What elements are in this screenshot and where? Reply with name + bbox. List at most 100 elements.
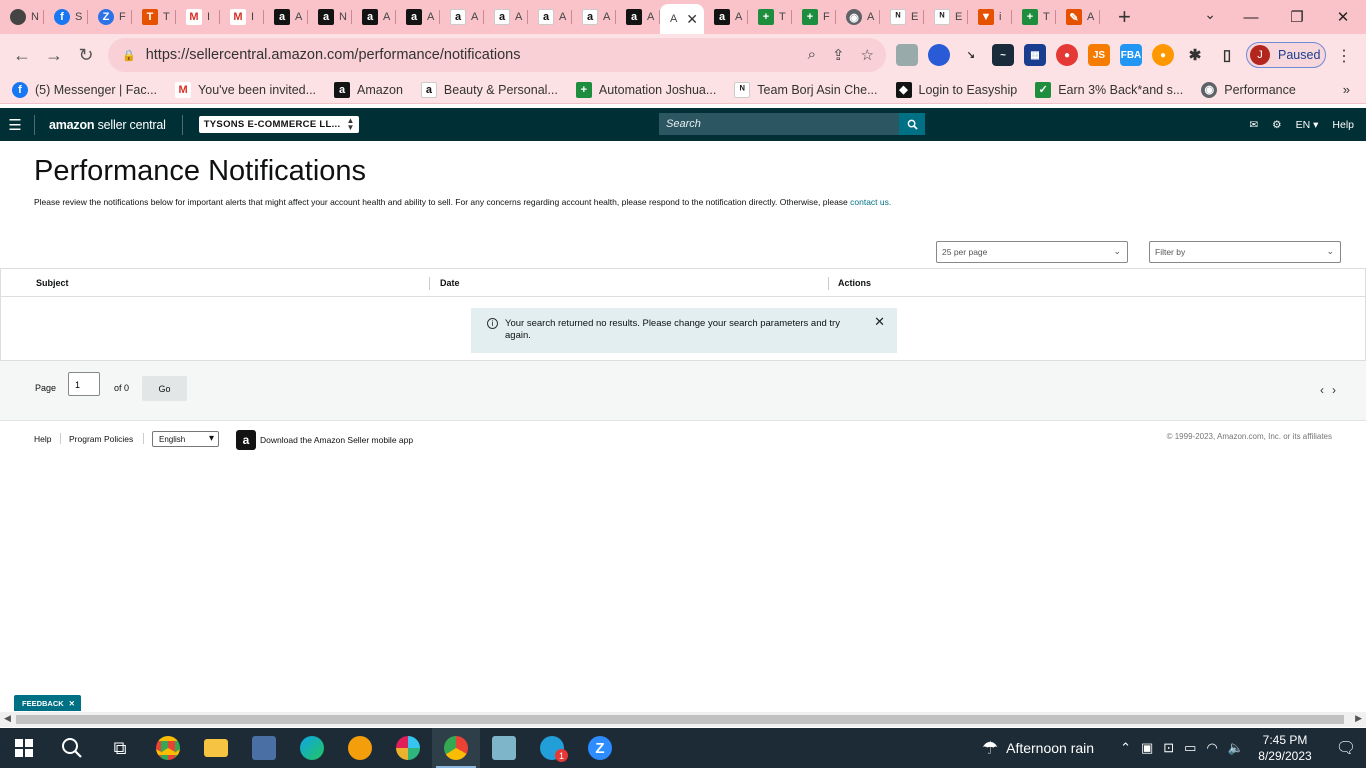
chevron-up-icon[interactable]: ⌃ — [1120, 740, 1131, 756]
notification-center-icon[interactable]: 🗨 — [1326, 738, 1366, 758]
tab[interactable]: ᴺE — [924, 0, 968, 34]
minimize-icon[interactable]: — — [1228, 9, 1274, 26]
more-menu-icon[interactable]: ⋮ — [1336, 46, 1352, 66]
weather-widget[interactable]: ☂ Afternoon rain — [982, 738, 1094, 759]
slack-icon[interactable] — [384, 728, 432, 768]
per-page-select[interactable]: 25 per page ⌄ — [936, 241, 1128, 263]
profile-button[interactable]: J Paused — [1246, 42, 1326, 68]
battery-icon[interactable]: ▭ — [1184, 740, 1196, 756]
tab-active[interactable]: A ✕ — [660, 4, 704, 34]
feedback-button[interactable]: FEEDBACK ✕ — [14, 695, 81, 711]
puzzle-icon[interactable]: ✱ — [1184, 44, 1206, 66]
search-input[interactable] — [659, 113, 899, 135]
bookmark-item[interactable]: ◆ Login to Easyship — [895, 81, 1017, 98]
address-bar[interactable]: 🔒 https://sellercentral.amazon.com/perfo… — [108, 38, 886, 72]
scroll-left-icon[interactable]: ◀ — [4, 713, 11, 724]
dismiss-alert-icon[interactable]: ✕ — [874, 315, 885, 328]
edge-icon[interactable] — [288, 728, 336, 768]
mobile-app-link[interactable]: a Download the Amazon Seller mobile app — [236, 430, 413, 450]
help-link[interactable]: Help — [1332, 119, 1354, 131]
tab[interactable]: ✎ A — [1056, 0, 1100, 34]
bookmark-item[interactable]: a Beauty & Personal... — [420, 81, 558, 98]
url-text[interactable]: https://sellercentral.amazon.com/perform… — [146, 47, 521, 63]
app-icon[interactable] — [240, 728, 288, 768]
close-icon[interactable]: ✕ — [69, 699, 75, 708]
close-tab-icon[interactable]: ✕ — [686, 11, 698, 28]
notes-app-icon[interactable] — [480, 728, 528, 768]
extension-icon[interactable]: ● — [1056, 44, 1078, 66]
chrome-profile-taskbar-icon[interactable] — [432, 728, 480, 768]
display-icon[interactable]: ⊡ — [1163, 740, 1174, 756]
tab[interactable]: MI — [220, 0, 264, 34]
back-icon[interactable]: ← — [6, 45, 38, 66]
scrollbar-thumb[interactable] — [16, 715, 1344, 724]
program-policies-link[interactable]: Program Policies — [69, 434, 133, 444]
meet-icon[interactable]: ▣ — [1141, 740, 1153, 756]
tab[interactable]: aA — [396, 0, 440, 34]
forward-icon[interactable]: → — [38, 45, 70, 66]
file-explorer-icon[interactable] — [192, 728, 240, 768]
tab[interactable]: aA — [440, 0, 484, 34]
extension-icon[interactable] — [896, 44, 918, 66]
tab[interactable]: ZF — [88, 0, 132, 34]
hamburger-menu-icon[interactable]: ☰ — [0, 116, 30, 134]
extension-icon[interactable]: ▦ — [1024, 44, 1046, 66]
tab[interactable]: + F — [792, 0, 836, 34]
horizontal-scrollbar[interactable]: ◀ ▶ — [0, 712, 1366, 727]
tab[interactable]: + T — [748, 0, 792, 34]
extension-icon[interactable]: JS — [1088, 44, 1110, 66]
bookmark-item[interactable]: + Automation Joshua... — [575, 81, 716, 98]
wifi-icon[interactable]: ◠ — [1206, 740, 1217, 756]
side-panel-icon[interactable]: ▯ — [1216, 44, 1238, 66]
contact-us-link[interactable]: contact us. — [850, 197, 891, 207]
search-taskbar-icon[interactable] — [48, 728, 96, 768]
clock[interactable]: 7:45 PM 8/29/2023 — [1256, 732, 1314, 764]
go-button[interactable]: Go — [142, 376, 187, 401]
tab[interactable]: TT — [132, 0, 176, 34]
search-button[interactable] — [899, 113, 925, 135]
tab[interactable]: aA — [572, 0, 616, 34]
language-selector[interactable]: EN ▾ — [1296, 119, 1319, 131]
footer-language-select[interactable]: English ▾ — [152, 431, 219, 447]
filter-select[interactable]: Filter by ⌄ — [1149, 241, 1341, 263]
tab[interactable]: aN — [308, 0, 352, 34]
share-icon[interactable]: ⇪ — [832, 46, 845, 64]
mail-icon[interactable]: ✉ — [1249, 119, 1258, 131]
reload-icon[interactable]: ↻ — [70, 45, 102, 66]
more-bookmarks-icon[interactable]: » — [1343, 82, 1350, 97]
zoom-taskbar-icon[interactable]: Z — [576, 728, 624, 768]
lock-icon[interactable]: 🔒 — [122, 49, 136, 62]
scroll-right-icon[interactable]: ▶ — [1355, 713, 1362, 724]
start-button[interactable] — [0, 728, 48, 768]
tab[interactable]: aA — [484, 0, 528, 34]
extension-icon[interactable]: ~ — [992, 44, 1014, 66]
tab-search-icon[interactable]: ⌄ — [1204, 6, 1216, 23]
bookmark-item[interactable]: M You've been invited... — [175, 81, 316, 98]
tab[interactable]: MI — [176, 0, 220, 34]
close-window-icon[interactable]: ✕ — [1320, 8, 1366, 26]
extension-icon[interactable]: FBA — [1120, 44, 1142, 66]
extension-icon[interactable] — [928, 44, 950, 66]
restore-icon[interactable]: ❐ — [1274, 8, 1320, 26]
tab[interactable]: aA — [704, 0, 748, 34]
zoom-icon[interactable]: ⌕ — [808, 46, 816, 64]
tab[interactable]: aA — [616, 0, 660, 34]
seller-central-logo[interactable]: amazon seller central — [49, 118, 166, 132]
chrome-taskbar-icon[interactable] — [144, 728, 192, 768]
task-view-icon[interactable]: ⧉ — [96, 728, 144, 768]
vpn-icon[interactable] — [336, 728, 384, 768]
extension-icon[interactable]: ● — [1152, 44, 1174, 66]
tab[interactable]: N — [0, 0, 44, 34]
tab[interactable]: ▼ i — [968, 0, 1012, 34]
bookmark-item[interactable]: f (5) Messenger | Fac... — [12, 81, 157, 98]
volume-icon[interactable]: 🔈 — [1228, 740, 1244, 756]
tab[interactable]: aA — [352, 0, 396, 34]
settings-gear-icon[interactable]: ⚙ — [1272, 119, 1281, 131]
tab[interactable]: ᴺE — [880, 0, 924, 34]
account-switcher[interactable]: TYSONS E-COMMERCE LL... ▲ ▼ — [198, 116, 359, 133]
telegram-icon[interactable]: 1 — [528, 728, 576, 768]
bookmark-item[interactable]: ✓ Earn 3% Back*and s... — [1035, 81, 1183, 98]
page-number-input[interactable] — [68, 372, 100, 396]
column-subject[interactable]: Subject — [36, 278, 69, 288]
tab[interactable]: + T — [1012, 0, 1056, 34]
